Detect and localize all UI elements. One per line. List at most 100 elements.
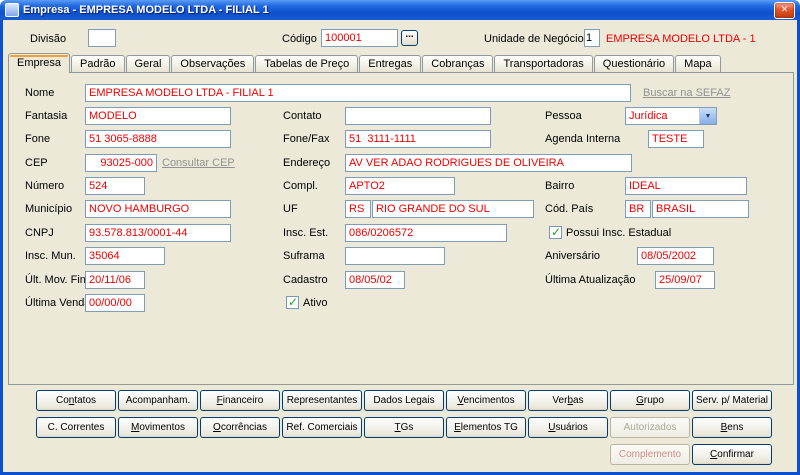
possui-insc-estadual-checkbox[interactable]: ✓	[549, 226, 562, 239]
agenda-interna-input[interactable]	[648, 130, 704, 148]
pais-name-input[interactable]	[652, 200, 749, 218]
tab-bar: Empresa Padrão Geral Observações Tabelas…	[8, 53, 722, 73]
fonefax-input[interactable]	[345, 130, 491, 148]
movimentos-button[interactable]: Movimentos	[118, 417, 198, 438]
endereco-label: Endereço	[283, 157, 331, 169]
endereco-input[interactable]	[345, 154, 632, 172]
ult-mov-fin-label: Últ. Mov. Fin.	[25, 274, 89, 286]
compl-input[interactable]	[345, 177, 455, 195]
pais-code-input[interactable]	[625, 200, 651, 218]
tab-mapa[interactable]: Mapa	[675, 55, 721, 72]
acompanham-button[interactable]: Acompanham.	[118, 390, 198, 411]
confirmar-button[interactable]: Confirmar	[692, 444, 772, 465]
divisao-input[interactable]	[88, 29, 116, 47]
codigo-browse-button[interactable]: ...	[401, 30, 418, 46]
compl-label: Compl.	[283, 180, 318, 192]
ativo-label: Ativo	[303, 297, 328, 309]
uf-label: UF	[283, 203, 298, 215]
cadastro-input[interactable]	[345, 271, 405, 289]
pessoa-dropdown-button[interactable]: ▼	[699, 108, 716, 124]
tab-empresa[interactable]: Empresa	[8, 53, 71, 73]
tab-questionario[interactable]: Questionário	[593, 55, 675, 72]
bairro-label: Bairro	[545, 180, 575, 192]
unidade-negocio-label: Unidade de Negócio	[484, 33, 584, 45]
close-button[interactable]: ✕	[774, 1, 795, 19]
municipio-input[interactable]	[85, 200, 231, 218]
codigo-label: Código	[282, 33, 317, 45]
nome-input[interactable]	[85, 84, 631, 102]
representantes-button[interactable]: Representantes	[282, 390, 362, 411]
suframa-input[interactable]	[345, 247, 445, 265]
unidade-negocio-input[interactable]	[584, 29, 600, 47]
tab-geral[interactable]: Geral	[125, 55, 171, 72]
uf-name-input[interactable]	[372, 200, 534, 218]
uf-code-input[interactable]	[345, 200, 371, 218]
fonefax-label: Fone/Fax	[283, 133, 330, 145]
grupo-button[interactable]: Grupo	[610, 390, 690, 411]
ocorrencias-button[interactable]: Ocorrências	[200, 417, 280, 438]
bens-button[interactable]: Bens	[692, 417, 772, 438]
app-icon	[5, 3, 19, 17]
financeiro-button[interactable]: Financeiro	[200, 390, 280, 411]
contato-input[interactable]	[345, 107, 491, 125]
nome-label: Nome	[25, 87, 55, 99]
insc-mun-input[interactable]	[85, 247, 165, 265]
cnpj-label: CNPJ	[25, 227, 54, 239]
complemento-button: Complemento	[610, 444, 690, 465]
ultima-atualizacao-label: Última Atualização	[545, 274, 636, 286]
cnpj-input[interactable]	[85, 224, 231, 242]
serv-material-button[interactable]: Serv. p/ Material	[692, 390, 772, 411]
suframa-label: Suframa	[283, 250, 325, 262]
contatos-button[interactable]: Contatos	[36, 390, 116, 411]
tab-cobrancas[interactable]: Cobranças	[422, 55, 494, 72]
insc-est-label: Insc. Est.	[283, 227, 329, 239]
cep-label: CEP	[25, 157, 48, 169]
check-icon: ✓	[551, 225, 562, 239]
buscar-sefaz-link: Buscar na SEFAZ	[643, 87, 731, 99]
tab-transportadoras[interactable]: Transportadoras	[494, 55, 593, 72]
aniversario-input[interactable]	[637, 247, 714, 265]
app-window: Empresa - EMPRESA MODELO LTDA - FILIAL 1…	[0, 0, 800, 475]
pessoa-select[interactable]: Jurídica ▼	[625, 107, 717, 125]
ultima-venda-input[interactable]	[85, 294, 145, 312]
possui-insc-estadual-label: Possui Insc. Estadual	[566, 227, 672, 239]
pessoa-selected-value: Jurídica	[629, 110, 668, 122]
unidade-company-name: EMPRESA MODELO LTDA - 1	[606, 33, 756, 45]
cod-pais-label: Cód. País	[545, 203, 594, 215]
tab-padrao[interactable]: Padrão	[71, 55, 125, 72]
ult-mov-fin-input[interactable]	[85, 271, 145, 289]
tab-tabelas-preco[interactable]: Tabelas de Preço	[255, 55, 359, 72]
ref-comerciais-button[interactable]: Ref. Comerciais	[282, 417, 362, 438]
insc-est-input[interactable]	[345, 224, 507, 242]
autorizados-button: Autorizados	[610, 417, 690, 438]
button-row-3: Complemento Confirmar	[610, 444, 772, 465]
button-row-1: Contatos Acompanham. Financeiro Represen…	[36, 390, 772, 411]
window-title: Empresa - EMPRESA MODELO LTDA - FILIAL 1	[23, 4, 269, 16]
cadastro-label: Cadastro	[283, 274, 328, 286]
titlebar: Empresa - EMPRESA MODELO LTDA - FILIAL 1…	[0, 0, 800, 20]
numero-label: Número	[25, 180, 65, 192]
ativo-checkbox[interactable]: ✓	[286, 296, 299, 309]
vencimentos-button[interactable]: Vencimentos	[446, 390, 526, 411]
check-icon: ✓	[288, 295, 299, 309]
codigo-input[interactable]	[321, 29, 398, 47]
consultar-cep-link: Consultar CEP	[162, 157, 235, 169]
aniversario-label: Aniversário	[545, 250, 601, 262]
bairro-input[interactable]	[625, 177, 747, 195]
tgs-button[interactable]: TGs	[364, 417, 444, 438]
numero-input[interactable]	[85, 177, 145, 195]
fone-input[interactable]	[85, 130, 231, 148]
verbas-button[interactable]: Verbas	[528, 390, 608, 411]
tab-entregas[interactable]: Entregas	[359, 55, 422, 72]
elementos-tg-button[interactable]: Elementos TG	[446, 417, 526, 438]
ultima-atualizacao-input[interactable]	[655, 271, 715, 289]
insc-mun-label: Insc. Mun.	[25, 250, 76, 262]
usuarios-button[interactable]: Usuários	[528, 417, 608, 438]
c-correntes-button[interactable]: C. Correntes	[36, 417, 116, 438]
tab-observacoes[interactable]: Observações	[171, 55, 255, 72]
dados-legais-button[interactable]: Dados Legais	[364, 390, 444, 411]
municipio-label: Município	[25, 203, 73, 215]
chevron-down-icon: ▼	[704, 112, 712, 120]
fantasia-input[interactable]	[85, 107, 231, 125]
cep-input[interactable]	[85, 154, 157, 172]
